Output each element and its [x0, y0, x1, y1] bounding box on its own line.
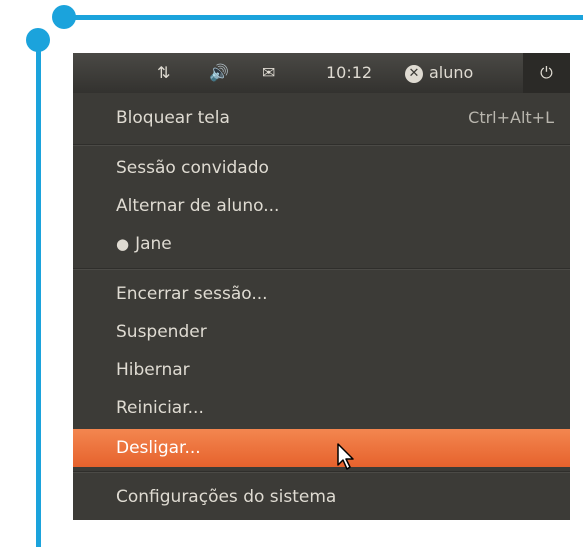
user-status-icon: ✕ [405, 64, 423, 83]
menu-item-lock[interactable]: Bloquear tela Ctrl+Alt+L [73, 99, 570, 137]
menu-item-shutdown[interactable]: Desligar... [73, 429, 570, 467]
menu-item-label: Desligar... [116, 438, 201, 458]
menu-item-label-wrap: ● Jane [116, 225, 172, 263]
power-icon[interactable]: ⏻ [523, 53, 570, 93]
menu-separator [73, 144, 570, 146]
menu-item-label: Encerrar sessão... [116, 284, 268, 304]
callout-line-top [63, 15, 583, 20]
menu-item-hibernate[interactable]: Hibernar [73, 351, 570, 389]
menu-item-label: Sessão convidado [116, 158, 269, 178]
menu-separator [73, 268, 570, 270]
menu-item-restart[interactable]: Reiniciar... [73, 389, 570, 427]
callout-dot-top [52, 5, 76, 29]
menu-item-settings[interactable]: Configurações do sistema [73, 478, 570, 516]
volume-icon[interactable]: 🔊 [209, 53, 229, 93]
network-icon[interactable]: ⇅ [157, 53, 170, 93]
user-name: aluno [429, 63, 474, 82]
menu-item-logout[interactable]: Encerrar sessão... [73, 275, 570, 313]
menu-item-label: Jane [135, 234, 172, 254]
menu-item-label: Alternar de aluno... [116, 196, 280, 216]
menu-item-suspend[interactable]: Suspender [73, 313, 570, 351]
person-icon: ● [116, 235, 130, 253]
top-panel: ⇅ 🔊 ✉ 10:12 ✕ aluno ⏻ [73, 53, 570, 93]
menu-item-label: Hibernar [116, 360, 190, 380]
menu-item-label: Configurações do sistema [116, 487, 337, 507]
callout-dot-left [26, 28, 50, 52]
menu-item-switch-user[interactable]: Alternar de aluno... [73, 187, 570, 225]
mouse-pointer-icon [337, 443, 354, 470]
menu-item-label: Suspender [116, 322, 207, 342]
menu-item-guest[interactable]: Sessão convidado [73, 149, 570, 187]
callout-line-left [36, 38, 41, 547]
menu-separator [73, 471, 570, 473]
menu-item-jane[interactable]: ● Jane [73, 225, 570, 263]
user-indicator[interactable]: ✕ aluno [405, 53, 473, 93]
menu-item-label: Reiniciar... [116, 398, 204, 418]
session-menu-screenshot: ⇅ 🔊 ✉ 10:12 ✕ aluno ⏻ Bloquear tela Ctrl+… [73, 53, 570, 520]
clock[interactable]: 10:12 [326, 53, 372, 93]
menu-item-label: Bloquear tela [116, 108, 230, 128]
menu-item-accelerator: Ctrl+Alt+L [468, 108, 554, 127]
mail-icon[interactable]: ✉ [262, 53, 275, 93]
